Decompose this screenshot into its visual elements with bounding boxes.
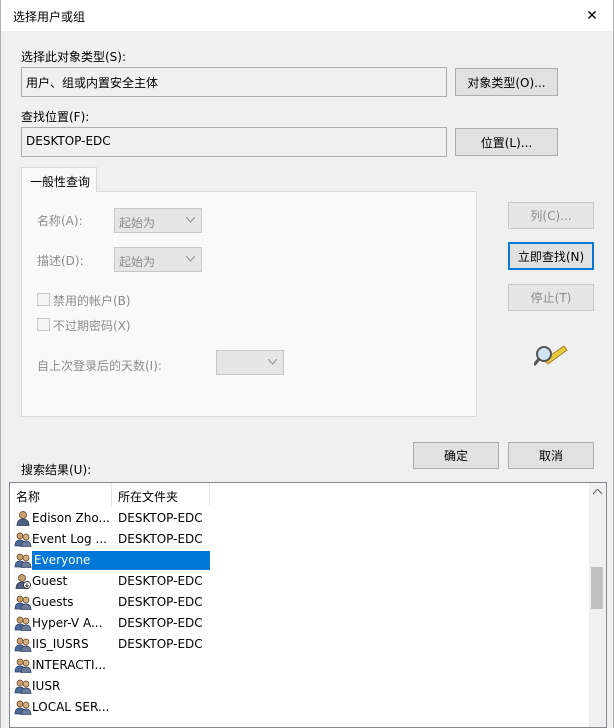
group-icon [14, 616, 32, 631]
description-mode-value: 起始为 [119, 255, 156, 269]
search-magnifier-icon [534, 345, 568, 366]
disabled-accounts-label: 禁用的帐户(B) [53, 294, 131, 308]
user-icon [16, 511, 30, 526]
row-folder: DESKTOP-EDC [118, 616, 203, 630]
columns-button[interactable]: 列(C)... [508, 202, 594, 229]
days-since-logon-select[interactable] [216, 350, 284, 375]
scroll-up-icon[interactable] [593, 489, 602, 495]
name-label: 名称(A): [37, 214, 83, 228]
group-icon [14, 553, 32, 568]
locations-button[interactable]: 位置(L)... [455, 128, 558, 156]
table-row[interactable]: IIS_IUSRS DESKTOP-EDC [10, 634, 590, 655]
disabled-accounts-checkbox[interactable] [37, 293, 50, 306]
row-folder: DESKTOP-EDC [118, 595, 203, 609]
row-name: Edison Zho... [32, 511, 110, 525]
table-row[interactable]: INTERACTI... [10, 655, 590, 676]
column-header-folder[interactable]: 所在文件夹 [112, 483, 210, 507]
find-now-button[interactable]: 立即查找(N) [508, 242, 594, 270]
days-since-logon-label: 自上次登录后的天数(I): [37, 359, 162, 373]
group-icon [14, 679, 32, 694]
group-icon [14, 637, 32, 652]
window-title: 选择用户或组 [13, 10, 86, 24]
table-row[interactable]: Guest DESKTOP-EDC [10, 571, 590, 592]
chevron-down-icon [268, 359, 277, 365]
table-row[interactable]: Guests DESKTOP-EDC [10, 592, 590, 613]
row-name: Everyone [32, 551, 210, 570]
row-folder: DESKTOP-EDC [118, 637, 203, 651]
group-icon [14, 532, 32, 547]
column-header-name[interactable]: 名称 [10, 483, 112, 507]
scrollbar-thumb[interactable] [591, 567, 603, 609]
non-expiring-password-label: 不过期密码(X) [53, 319, 131, 333]
row-name: IUSR [32, 679, 61, 693]
stop-button[interactable]: 停止(T) [508, 284, 594, 311]
row-folder: DESKTOP-EDC [118, 532, 203, 546]
object-type-field: 用户、组或内置安全主体 [21, 67, 447, 97]
object-types-button[interactable]: 对象类型(O)... [455, 68, 558, 96]
row-name: Event Log ... [32, 532, 107, 546]
chevron-down-icon [186, 217, 195, 223]
row-name: IIS_IUSRS [32, 637, 89, 651]
group-icon [14, 595, 32, 610]
name-mode-select[interactable]: 起始为 [114, 208, 202, 233]
row-name: INTERACTI... [32, 658, 106, 672]
close-icon: ✕ [586, 8, 598, 24]
row-name: Hyper-V A... [32, 616, 103, 630]
non-expiring-password-checkbox[interactable] [37, 318, 50, 331]
location-field: DESKTOP-EDC [21, 127, 447, 157]
title-bar: 选择用户或组 ✕ [1, 0, 613, 31]
group-icon [14, 658, 32, 673]
table-row[interactable]: IUSR [10, 676, 590, 697]
search-results-list[interactable]: 名称 所在文件夹 Edison Zho... DESKTOP-EDC Event L… [9, 482, 607, 728]
cancel-button[interactable]: 取消 [508, 442, 594, 469]
row-folder: DESKTOP-EDC [118, 511, 203, 525]
group-icon [14, 700, 32, 715]
results-scrollbar[interactable] [589, 483, 606, 727]
close-button[interactable]: ✕ [577, 3, 607, 29]
location-label: 查找位置(F): [21, 110, 90, 124]
table-row[interactable]: Hyper-V A... DESKTOP-EDC [10, 613, 590, 634]
description-mode-select[interactable]: 起始为 [114, 247, 202, 272]
table-row[interactable]: Edison Zho... DESKTOP-EDC [10, 508, 590, 529]
table-row[interactable]: Everyone [10, 550, 590, 571]
row-name: Guest [32, 574, 68, 588]
search-results-label: 搜索结果(U): [21, 463, 92, 477]
row-name: Guests [32, 595, 74, 609]
table-row[interactable]: LOCAL SER... [10, 697, 590, 718]
select-users-dialog: 选择用户或组 ✕ 选择此对象类型(S): 用户、组或内置安全主体 对象类型(O)… [0, 0, 614, 728]
name-mode-value: 起始为 [119, 216, 156, 230]
chevron-down-icon [186, 256, 195, 262]
ok-button[interactable]: 确定 [413, 442, 499, 469]
tab-common-queries[interactable]: 一般性查询 [21, 167, 97, 192]
object-type-label: 选择此对象类型(S): [21, 50, 127, 64]
row-folder: DESKTOP-EDC [118, 574, 203, 588]
row-name: LOCAL SER... [32, 700, 110, 714]
description-label: 描述(D): [37, 254, 84, 268]
common-queries-pane: 名称(A): 起始为 描述(D): 起始为 禁用的帐户(B) 不过期密码(X) … [21, 191, 477, 417]
table-row[interactable]: Event Log ... DESKTOP-EDC [10, 529, 590, 550]
disabled-user-icon [15, 574, 31, 589]
